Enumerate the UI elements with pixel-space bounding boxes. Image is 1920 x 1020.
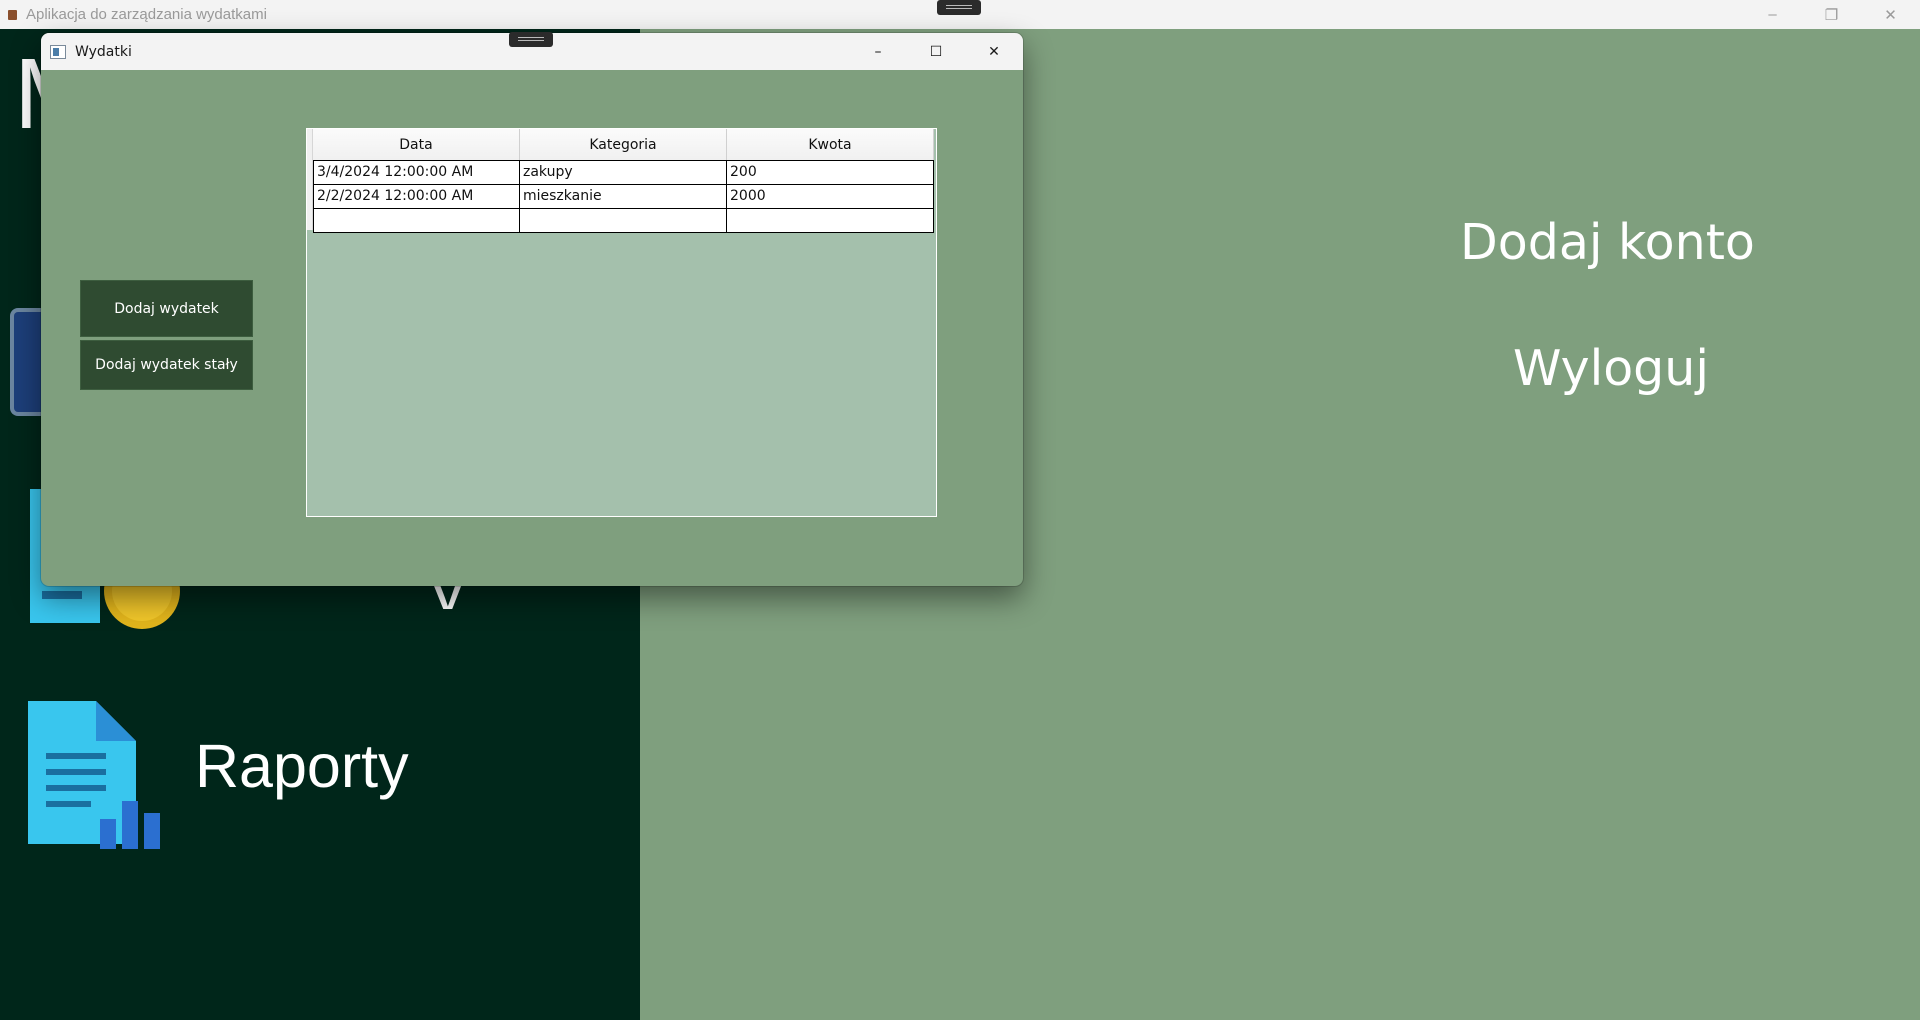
logout-link[interactable]: Wyloguj	[1513, 340, 1833, 397]
table-cell[interactable]: 2/2/2024 12:00:00 AM	[313, 185, 520, 209]
grid-body: 3/4/2024 12:00:00 AM zakupy 200 2/2/2024…	[313, 160, 934, 233]
expenses-grid[interactable]: Data Kategoria Kwota 3/4/2024 12:00:00 A…	[306, 128, 937, 517]
grid-header: Data Kategoria Kwota	[313, 129, 934, 160]
expenses-window: Wydatki – ☐ ✕ Dodaj wydatek Dodaj wydate…	[41, 33, 1023, 586]
new-row[interactable]	[313, 209, 934, 233]
add-fixed-expense-button[interactable]: Dodaj wydatek stały	[80, 340, 253, 390]
window-icon	[50, 44, 66, 59]
child-drag-grip[interactable]	[509, 32, 553, 47]
minimize-button[interactable]: –	[849, 33, 907, 70]
close-button[interactable]: ✕	[965, 33, 1023, 70]
main-minimize-button[interactable]: –	[1743, 0, 1802, 29]
table-cell[interactable]: 2000	[727, 185, 934, 209]
main-window-title: Aplikacja do zarządzania wydatkami	[26, 6, 267, 23]
app-icon	[8, 9, 17, 20]
column-header-kwota[interactable]: Kwota	[727, 129, 934, 160]
sidebar-item-raporty[interactable]: Raporty	[195, 731, 409, 801]
table-cell[interactable]: 200	[727, 160, 934, 185]
table-row[interactable]: 2/2/2024 12:00:00 AM mieszkanie 2000	[313, 185, 934, 209]
column-header-data[interactable]: Data	[313, 129, 520, 160]
add-expense-button[interactable]: Dodaj wydatek	[80, 280, 253, 337]
table-row[interactable]: 3/4/2024 12:00:00 AM zakupy 200	[313, 160, 934, 185]
main-drag-grip[interactable]	[937, 0, 981, 15]
table-cell[interactable]: mieszkanie	[520, 185, 727, 209]
table-cell[interactable]	[727, 209, 934, 233]
add-account-link[interactable]: Dodaj konto	[1460, 214, 1780, 271]
maximize-button[interactable]: ☐	[907, 33, 965, 70]
table-cell[interactable]: zakupy	[520, 160, 727, 185]
main-window-controls: – ❐ ✕	[1743, 0, 1920, 29]
main-restore-button[interactable]: ❐	[1802, 0, 1861, 29]
main-close-button[interactable]: ✕	[1861, 0, 1920, 29]
table-cell[interactable]	[520, 209, 727, 233]
report-document-icon[interactable]	[28, 701, 170, 849]
expenses-window-controls: – ☐ ✕	[849, 33, 1023, 70]
table-cell[interactable]	[313, 209, 520, 233]
table-cell[interactable]: 3/4/2024 12:00:00 AM	[313, 160, 520, 185]
column-header-kategoria[interactable]: Kategoria	[520, 129, 727, 160]
expenses-window-title: Wydatki	[75, 43, 132, 60]
